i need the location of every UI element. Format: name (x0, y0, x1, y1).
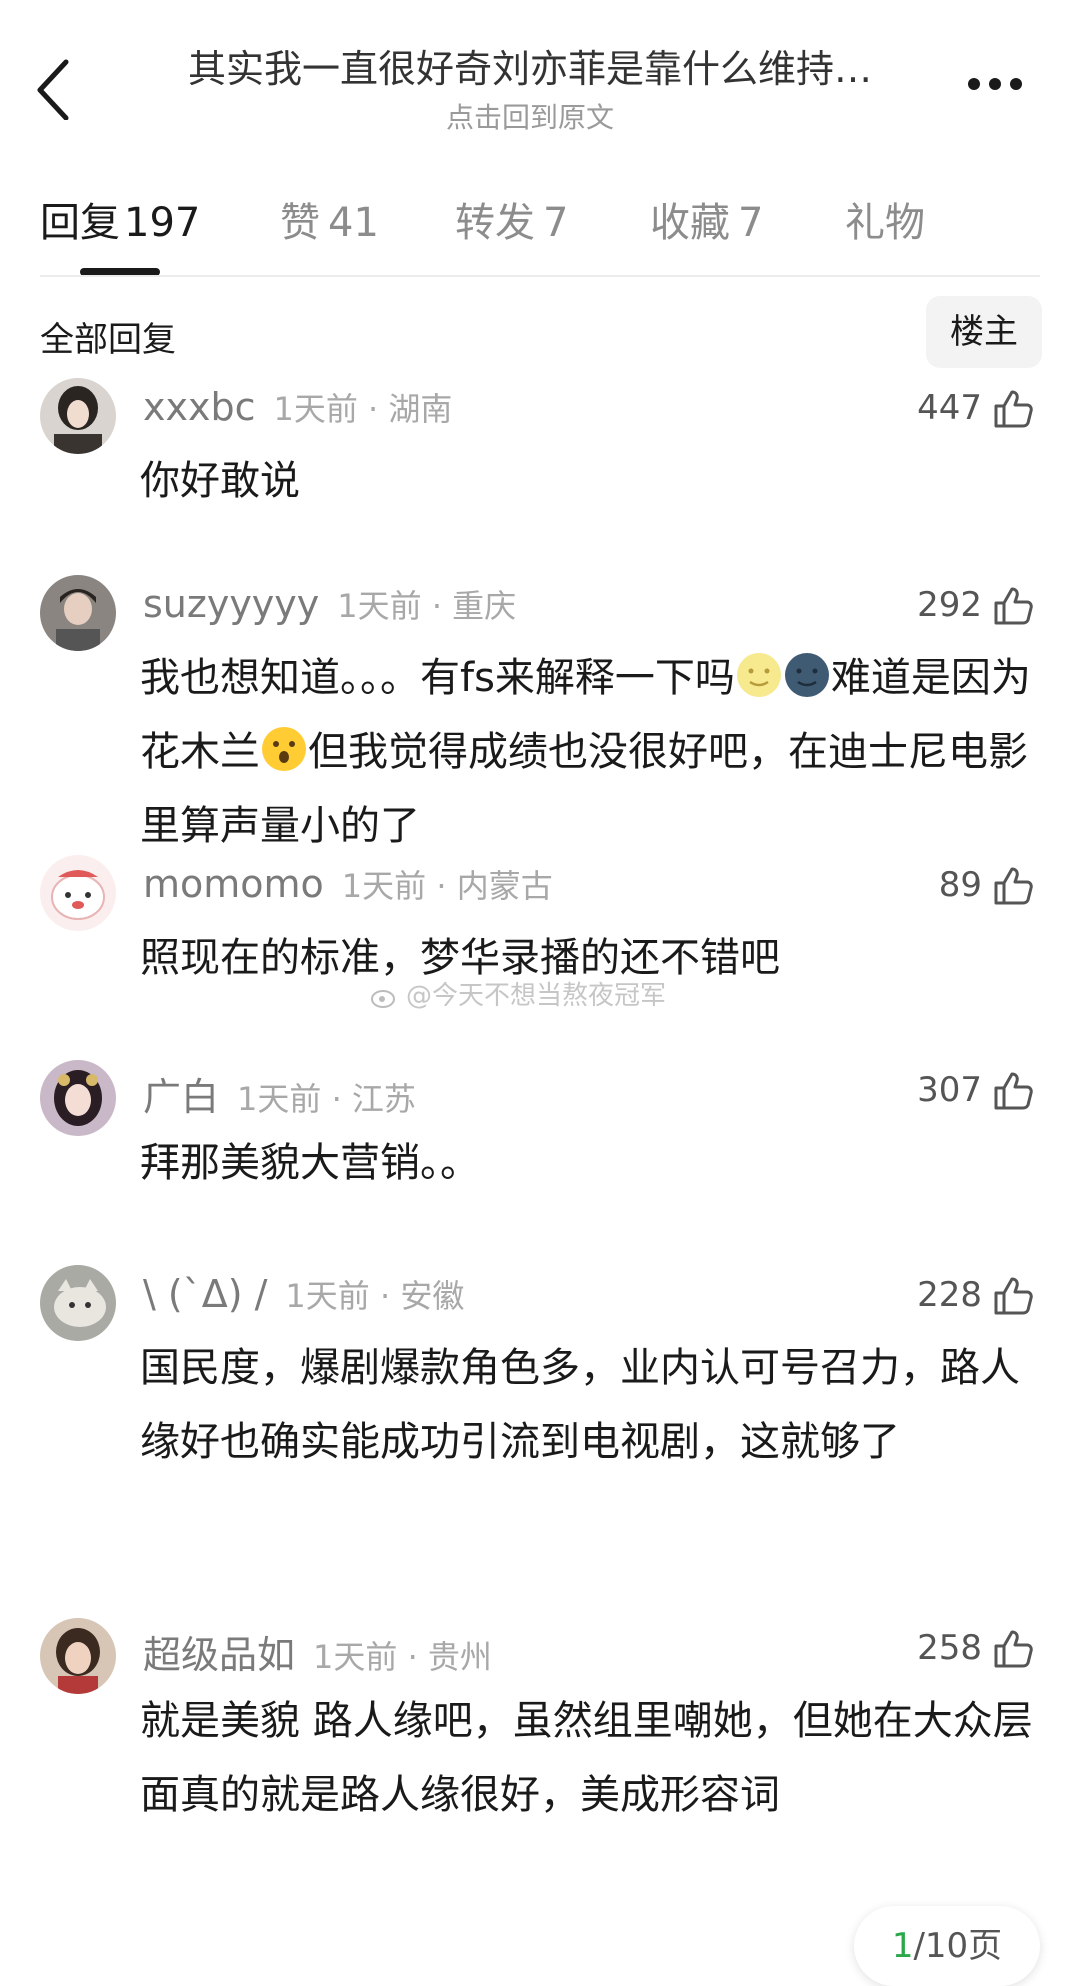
tab-replies[interactable]: 回复 197 (40, 190, 200, 248)
tab-label: 回复 (40, 200, 120, 246)
new-moon-face-icon (784, 653, 829, 697)
tab-bar: 回复 197 赞 41 转发 7 收藏 7 礼物 (40, 190, 1040, 280)
top-bar: 其实我一直很好奇刘亦菲是靠什么维持… 点击回到原文 (0, 0, 1080, 150)
like-button[interactable]: 258 (917, 1620, 1036, 1676)
comment-meta: 1天前 · 江苏 (237, 1080, 416, 1118)
tab-gifts[interactable]: 礼物 (845, 190, 925, 248)
location-text: 安徽 (400, 1277, 465, 1315)
post-title[interactable]: 其实我一直很好奇刘亦菲是靠什么维持… (120, 38, 940, 93)
username-text: xxxbc (143, 385, 256, 429)
tab-divider (40, 275, 1040, 277)
tab-count: 7 (543, 200, 569, 246)
comment-text: 你好敢说 (140, 458, 300, 504)
weibo-logo-icon (371, 990, 395, 1008)
comment-meta: 1天前 · 内蒙古 (341, 867, 553, 905)
like-count: 258 (917, 1628, 982, 1668)
avatar[interactable] (40, 378, 116, 454)
comment-meta: 1天前 · 安徽 (285, 1277, 465, 1315)
time-text: 1天前 (313, 1638, 398, 1676)
back-arrow-icon (37, 59, 69, 121)
tab-favorites[interactable]: 收藏 7 (650, 190, 763, 248)
avatar[interactable] (40, 1265, 116, 1341)
back-button[interactable] (26, 50, 82, 121)
tab-count: 41 (328, 200, 379, 246)
avatar[interactable] (40, 1618, 116, 1694)
location-text: 内蒙古 (456, 867, 553, 905)
thumb-up-icon (994, 867, 1033, 905)
comment-text: 就是美貌 路人缘吧，虽然组里嘲她，但她在大众层面真的就是路人缘很好，美成形容词 (140, 1698, 1033, 1818)
location-text: 江苏 (351, 1080, 416, 1118)
time-text: 1天前 (273, 390, 358, 428)
tab-reposts[interactable]: 转发 7 (455, 190, 568, 248)
page-indicator[interactable]: 1/10页 (854, 1906, 1040, 1986)
username[interactable]: \ (`Δ) / 1天前 · 安徽 (143, 1271, 464, 1317)
thumb-up-icon (994, 1277, 1033, 1315)
comment-meta: 1天前 · 贵州 (313, 1638, 492, 1676)
back-to-original-link[interactable]: 点击回到原文 (120, 96, 940, 136)
tab-count: 7 (738, 200, 764, 246)
like-button[interactable]: 292 (917, 577, 1036, 633)
username-text: 超级品如 (143, 1633, 296, 1677)
hushed-face-icon (262, 727, 306, 771)
username[interactable]: 广白 1天前 · 江苏 (143, 1066, 416, 1121)
more-dots-icon (968, 78, 1022, 90)
location-text: 湖南 (388, 390, 453, 428)
like-count: 307 (917, 1070, 982, 1110)
moon-face-icon (736, 653, 781, 697)
comment-text-part: 我也想知道。。。有fs来解释一下吗 (140, 655, 735, 701)
like-button[interactable]: 447 (917, 380, 1036, 436)
thumb-up-icon (994, 1072, 1033, 1110)
username-text: \ (`Δ) / (143, 1272, 268, 1316)
tab-label: 礼物 (845, 200, 925, 246)
username[interactable]: 超级品如 1天前 · 贵州 (143, 1624, 492, 1679)
tab-label: 转发 (455, 200, 535, 246)
username[interactable]: suzyyyyy 1天前 · 重庆 (143, 581, 516, 627)
like-count: 89 (938, 865, 982, 905)
tab-label: 收藏 (650, 200, 730, 246)
op-only-filter-button[interactable]: 楼主 (926, 296, 1042, 368)
like-button[interactable]: 89 (939, 857, 1036, 913)
current-page: 1 (891, 1926, 914, 1966)
time-text: 1天前 (237, 1080, 322, 1118)
tab-count: 197 (124, 200, 201, 246)
section-title: 全部回复 (40, 320, 176, 360)
location-text: 重庆 (452, 587, 517, 625)
like-count: 292 (917, 585, 982, 625)
like-count: 228 (917, 1275, 982, 1315)
username[interactable]: momomo 1天前 · 内蒙古 (143, 861, 553, 907)
avatar[interactable] (40, 1060, 116, 1136)
comment-text: 我也想知道。。。有fs来解释一下吗 难道是因为花木兰 但我觉得成绩也没很好吧，在迪士… (140, 641, 1040, 863)
tab-label: 赞 (280, 200, 320, 246)
watermark: @今天不想当熬夜冠军 (370, 975, 666, 1012)
comment-text: 国民度，爆剧爆款角色多，业内认可号召力，路人缘好也确实能成功引流到电视剧，这就够… (140, 1345, 1020, 1465)
location-text: 贵州 (427, 1638, 492, 1676)
like-button[interactable]: 228 (917, 1267, 1036, 1323)
username-text: suzyyyyy (143, 582, 320, 626)
username-text: 广白 (143, 1075, 220, 1119)
thumb-up-icon (994, 587, 1033, 625)
like-button[interactable]: 307 (917, 1062, 1036, 1118)
comment-meta: 1天前 · 湖南 (273, 390, 453, 428)
time-text: 1天前 (337, 587, 422, 625)
username[interactable]: xxxbc 1天前 · 湖南 (143, 384, 452, 430)
time-text: 1天前 (341, 867, 427, 905)
watermark-text: @今天不想当熬夜冠军 (406, 981, 667, 1011)
avatar[interactable] (40, 575, 116, 651)
tab-likes[interactable]: 赞 41 (280, 190, 379, 248)
username-text: momomo (143, 862, 324, 906)
total-pages: /10页 (913, 1926, 1003, 1966)
more-button[interactable] (960, 56, 1030, 106)
avatar[interactable] (40, 855, 116, 931)
thumb-up-icon (994, 390, 1033, 428)
like-count: 447 (917, 388, 982, 428)
time-text: 1天前 (285, 1277, 370, 1315)
comment-text: 拜那美貌大营销。。 (140, 1140, 480, 1186)
comment-meta: 1天前 · 重庆 (337, 587, 517, 625)
thumb-up-icon (994, 1630, 1033, 1668)
